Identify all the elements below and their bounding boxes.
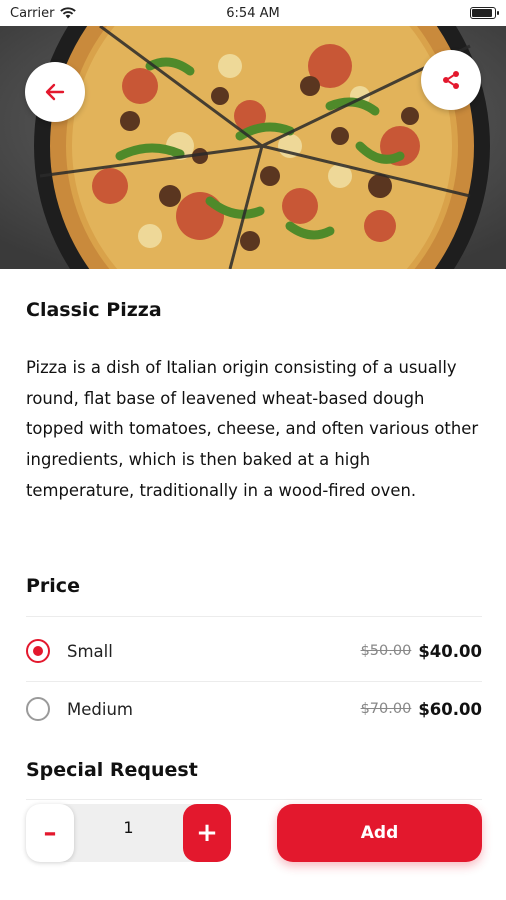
carrier-label: Carrier (10, 5, 55, 21)
status-left: Carrier (10, 5, 77, 21)
price-section-title: Price (26, 575, 80, 597)
original-price: $50.00 (360, 643, 412, 659)
share-button[interactable] (421, 50, 481, 110)
back-button[interactable] (25, 62, 85, 122)
bottom-action-bar: – 1 + Add (0, 800, 506, 900)
wifi-icon (60, 7, 77, 19)
status-bar: Carrier 6:54 AM (0, 0, 506, 26)
original-price: $70.00 (360, 701, 412, 717)
quantity-value[interactable]: 1 (74, 804, 183, 852)
add-to-cart-button[interactable]: Add (277, 804, 482, 862)
status-time: 6:54 AM (226, 5, 280, 21)
share-icon (443, 71, 459, 89)
radio-selected-icon[interactable] (26, 639, 50, 663)
option-label: Small (67, 641, 113, 661)
increase-quantity-button[interactable]: + (183, 804, 231, 862)
product-description: Pizza is a dish of Italian origin consis… (26, 358, 479, 500)
current-price: $60.00 (418, 699, 482, 719)
divider (26, 681, 482, 682)
radio-unselected-icon[interactable] (26, 697, 50, 721)
divider (26, 616, 482, 617)
decrease-quantity-button[interactable]: – (26, 804, 74, 862)
quantity-stepper: – 1 + (26, 804, 231, 862)
price-option-small[interactable]: Small $50.00 $40.00 (26, 631, 482, 671)
product-title: Classic Pizza (26, 299, 162, 321)
arrow-left-icon (45, 83, 65, 101)
battery-icon (470, 7, 499, 19)
special-request-title: Special Request (26, 759, 198, 781)
price-option-medium[interactable]: Medium $70.00 $60.00 (26, 689, 482, 729)
option-label: Medium (67, 699, 133, 719)
current-price: $40.00 (418, 641, 482, 661)
